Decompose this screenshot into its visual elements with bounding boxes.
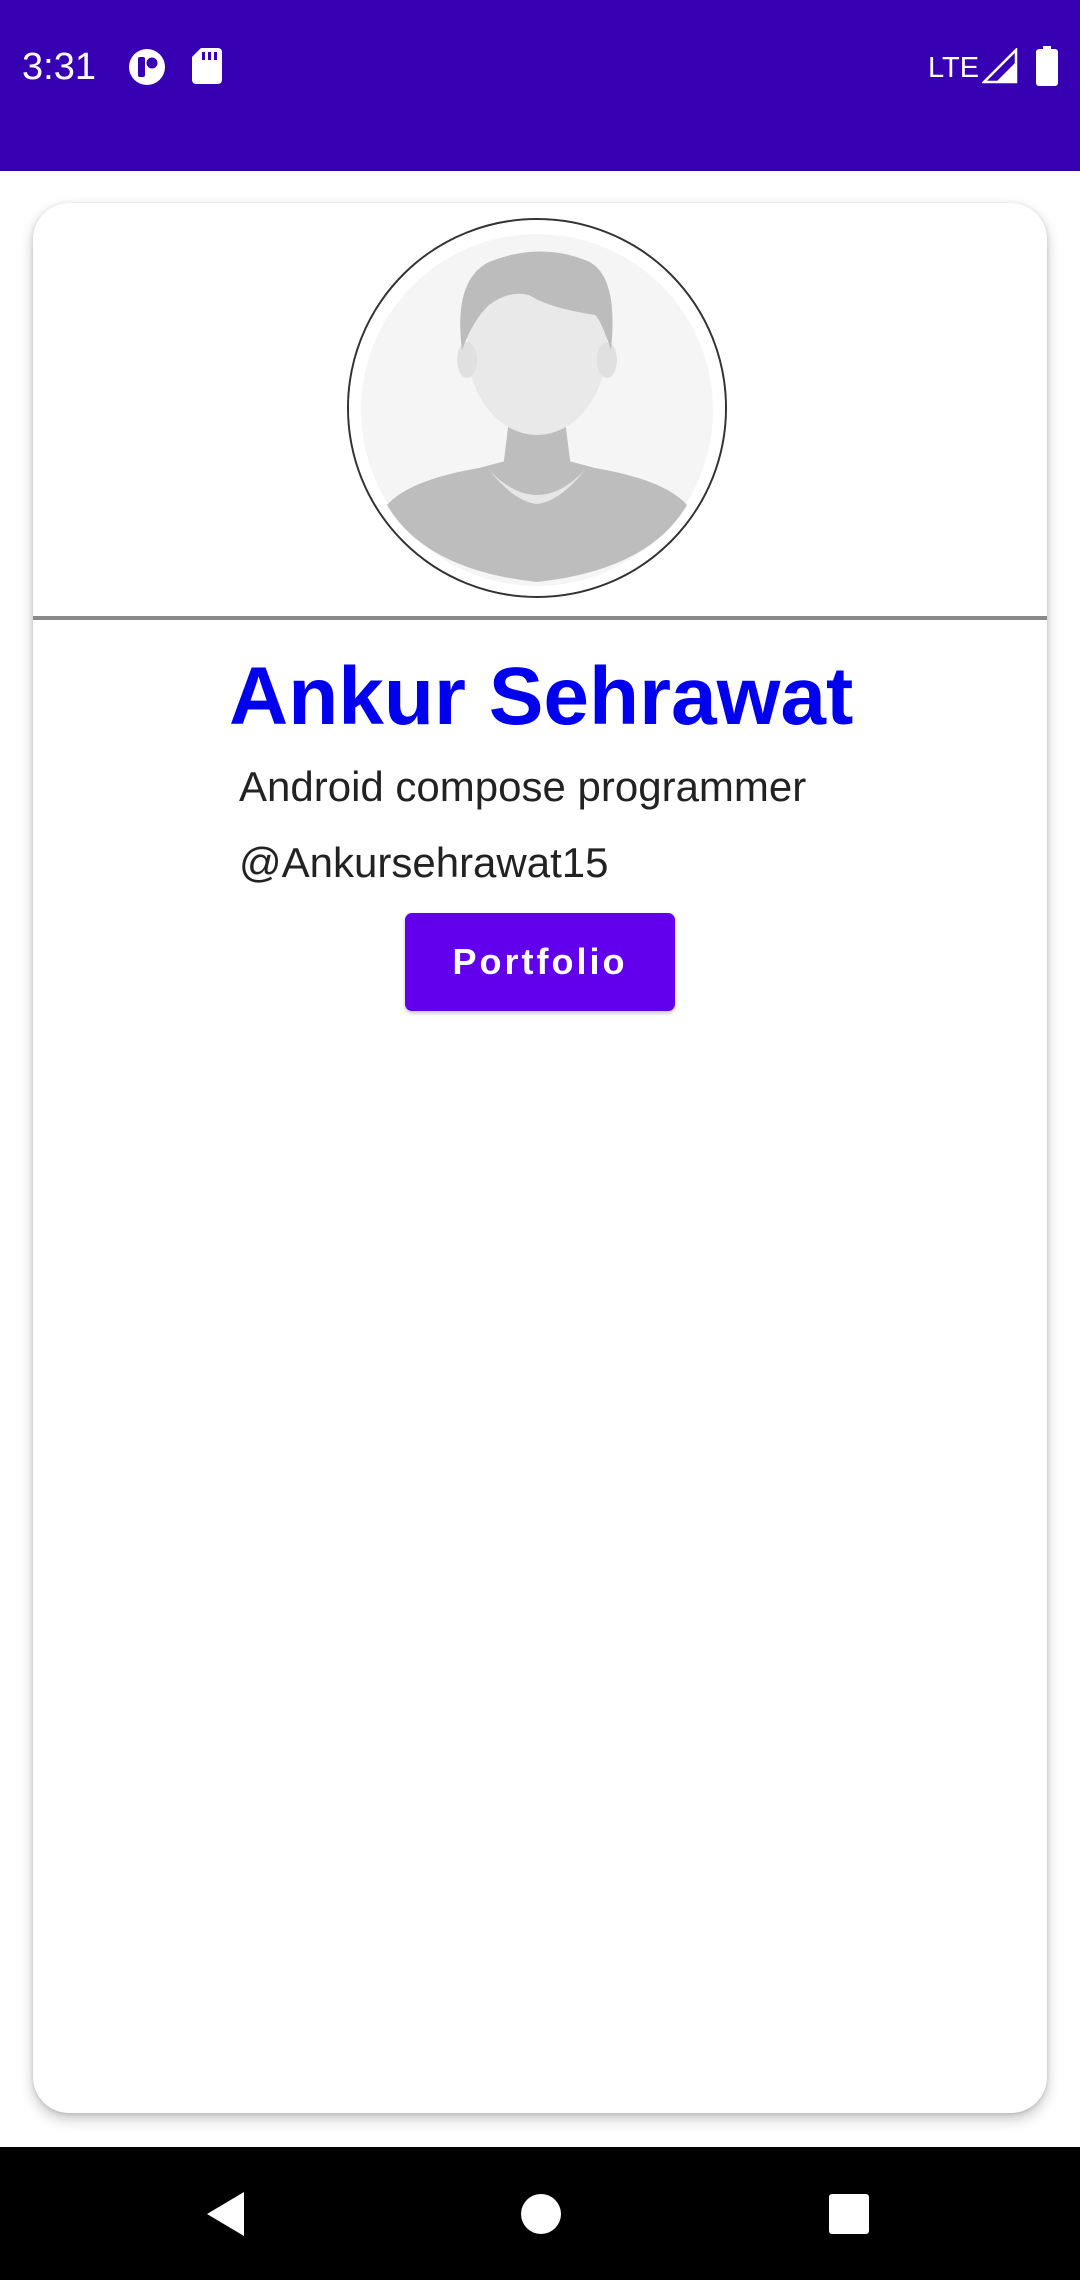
portfolio-button[interactable]: Portfolio	[405, 913, 675, 1011]
home-icon[interactable]	[520, 2193, 562, 2240]
avatar	[347, 218, 727, 598]
navigation-bar	[0, 2147, 1080, 2280]
profile-role: Android compose programmer	[239, 763, 807, 810]
divider	[33, 616, 1047, 620]
battery-icon	[1036, 46, 1058, 91]
back-icon[interactable]	[204, 2189, 248, 2244]
profile-handle: @Ankursehrawat15	[239, 839, 609, 886]
sd-card-icon	[192, 48, 222, 89]
signal-icon	[980, 46, 1018, 89]
profile-card: Ankur Sehrawat Android compose programme…	[33, 203, 1047, 2113]
network-type-label: LTE	[928, 52, 980, 84]
status-time: 3:31	[22, 46, 96, 88]
status-bar: 3:31 LTE	[0, 0, 1080, 171]
app-notification-icon	[128, 48, 166, 91]
person-placeholder-icon	[349, 220, 725, 596]
profile-name: Ankur Sehrawat	[229, 651, 854, 742]
recents-icon[interactable]	[828, 2193, 870, 2240]
